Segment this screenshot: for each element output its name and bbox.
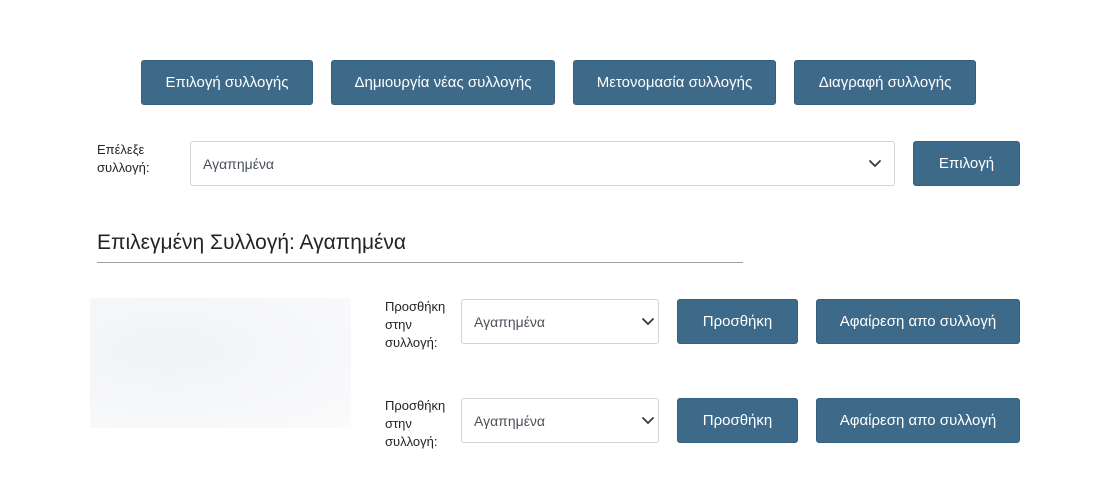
delete-collection-button[interactable]: Διαγραφή συλλογής	[794, 60, 976, 105]
add-collection-select-value: Αγαπημένα	[474, 412, 546, 429]
item-image	[90, 298, 351, 428]
chevron-down-icon	[869, 159, 881, 167]
chevron-down-icon	[642, 416, 654, 424]
add-to-collection-label: Προσθήκη στην συλλογή:	[385, 398, 446, 449]
add-to-collection-label: Προσθήκη στην συλλογή:	[385, 299, 446, 350]
select-collection-button[interactable]: Επιλογή συλλογής	[141, 60, 313, 105]
collection-picker-label: Επέλεξε συλλογή:	[97, 142, 150, 175]
collection-select[interactable]: Αγαπημένα	[190, 141, 895, 186]
selected-collection-heading: Επιλεγμένη Συλλογή: Αγαπημένα	[97, 231, 407, 254]
add-button[interactable]: Προσθήκη	[677, 299, 798, 344]
collection-select-value: Αγαπημένα	[203, 155, 275, 172]
remove-from-collection-button[interactable]: Αφαίρεση απο συλλογή	[816, 398, 1020, 443]
add-collection-select-value: Αγαπημένα	[474, 313, 546, 330]
remove-from-collection-button[interactable]: Αφαίρεση απο συλλογή	[816, 299, 1020, 344]
chevron-down-icon	[642, 317, 654, 325]
collections-page: Επιλογή συλλογής Δημιουργία νέας συλλογή…	[0, 0, 1107, 495]
rename-collection-button[interactable]: Μετονομασία συλλογής	[573, 60, 776, 105]
choose-button[interactable]: Επιλογή	[913, 141, 1020, 186]
add-button[interactable]: Προσθήκη	[677, 398, 798, 443]
create-collection-button[interactable]: Δημιουργία νέας συλλογής	[331, 60, 555, 105]
add-collection-select[interactable]: Αγαπημένα	[461, 398, 659, 443]
heading-divider	[97, 262, 743, 263]
add-collection-select[interactable]: Αγαπημένα	[461, 299, 659, 344]
